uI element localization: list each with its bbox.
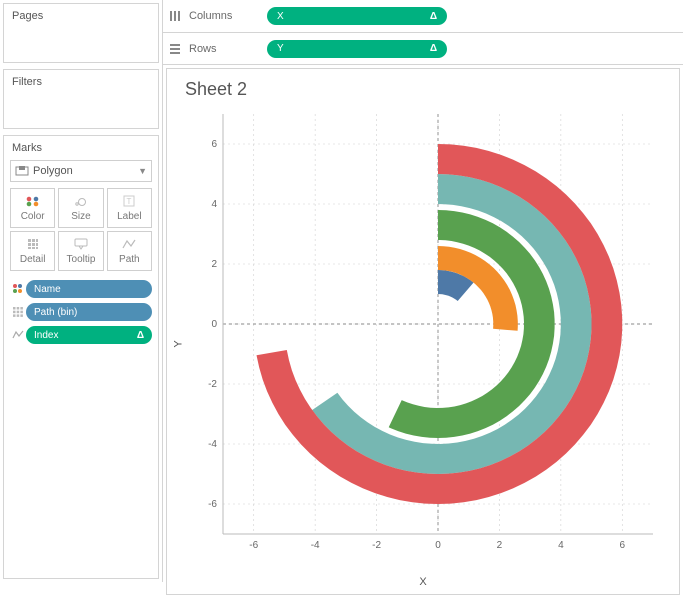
size-button[interactable]: Size — [58, 188, 103, 228]
svg-text:0: 0 — [211, 319, 217, 330]
label-icon: T — [123, 195, 135, 207]
filters-title: Filters — [4, 70, 158, 94]
path-icon — [122, 238, 136, 250]
svg-text:-6: -6 — [208, 499, 217, 510]
size-icon — [74, 195, 88, 207]
tooltip-icon — [74, 238, 88, 250]
svg-text:-4: -4 — [208, 439, 217, 450]
marks-title: Marks — [10, 136, 152, 160]
sheet-title: Sheet 2 — [185, 79, 665, 100]
x-axis-label: X — [419, 576, 426, 588]
tooltip-button[interactable]: Tooltip — [58, 231, 103, 271]
color-icon — [25, 195, 41, 207]
pages-card: Pages — [3, 3, 159, 63]
path-icon — [10, 329, 26, 341]
rows-label: Rows — [189, 43, 217, 55]
marks-pill[interactable]: Name — [10, 279, 152, 299]
marks-pill[interactable]: IndexΔ — [10, 325, 152, 345]
svg-text:4: 4 — [558, 540, 564, 551]
y-axis-label: Y — [173, 340, 185, 347]
svg-text:-2: -2 — [208, 379, 217, 390]
columns-pill[interactable]: X Δ — [267, 7, 447, 25]
svg-text:2: 2 — [497, 540, 503, 551]
pages-title: Pages — [4, 4, 158, 28]
svg-text:0: 0 — [435, 540, 441, 551]
rows-shelf[interactable]: Rows Y Δ — [163, 32, 683, 64]
mark-type-select[interactable]: Polygon ▼ — [10, 160, 152, 182]
columns-icon — [169, 10, 183, 22]
color-button[interactable]: Color — [10, 188, 55, 228]
path-button[interactable]: Path — [107, 231, 152, 271]
mark-type-label: Polygon — [33, 165, 73, 177]
detail-icon — [27, 238, 39, 250]
chevron-down-icon: ▼ — [138, 166, 147, 176]
svg-text:6: 6 — [211, 139, 217, 150]
filters-card: Filters — [3, 69, 159, 129]
svg-text:-4: -4 — [311, 540, 320, 551]
svg-text:6: 6 — [620, 540, 626, 551]
columns-shelf[interactable]: Columns X Δ — [163, 0, 683, 32]
label-button[interactable]: T Label — [107, 188, 152, 228]
polygon-icon — [15, 165, 29, 177]
svg-text:4: 4 — [211, 199, 217, 210]
rows-pill[interactable]: Y Δ — [267, 40, 447, 58]
chart: -6 -6 -4 -4 -2 -2 0 0 2 2 4 4 6 6 — [183, 104, 663, 574]
svg-text:-2: -2 — [372, 540, 381, 551]
rows-icon — [169, 43, 183, 55]
detail-icon — [10, 306, 26, 318]
svg-text:2: 2 — [211, 259, 217, 270]
marks-pill[interactable]: Path (bin) — [10, 302, 152, 322]
columns-label: Columns — [189, 10, 232, 22]
detail-button[interactable]: Detail — [10, 231, 55, 271]
marks-card: Marks Polygon ▼ Color Size T — [3, 135, 159, 579]
viz-canvas[interactable]: Sheet 2 -6 -6 -4 -4 -2 -2 0 0 2 2 4 4 6 6 Y X — [166, 68, 680, 595]
svg-text:-6: -6 — [249, 540, 258, 551]
svg-text:T: T — [127, 197, 132, 206]
color-icon — [10, 283, 26, 295]
